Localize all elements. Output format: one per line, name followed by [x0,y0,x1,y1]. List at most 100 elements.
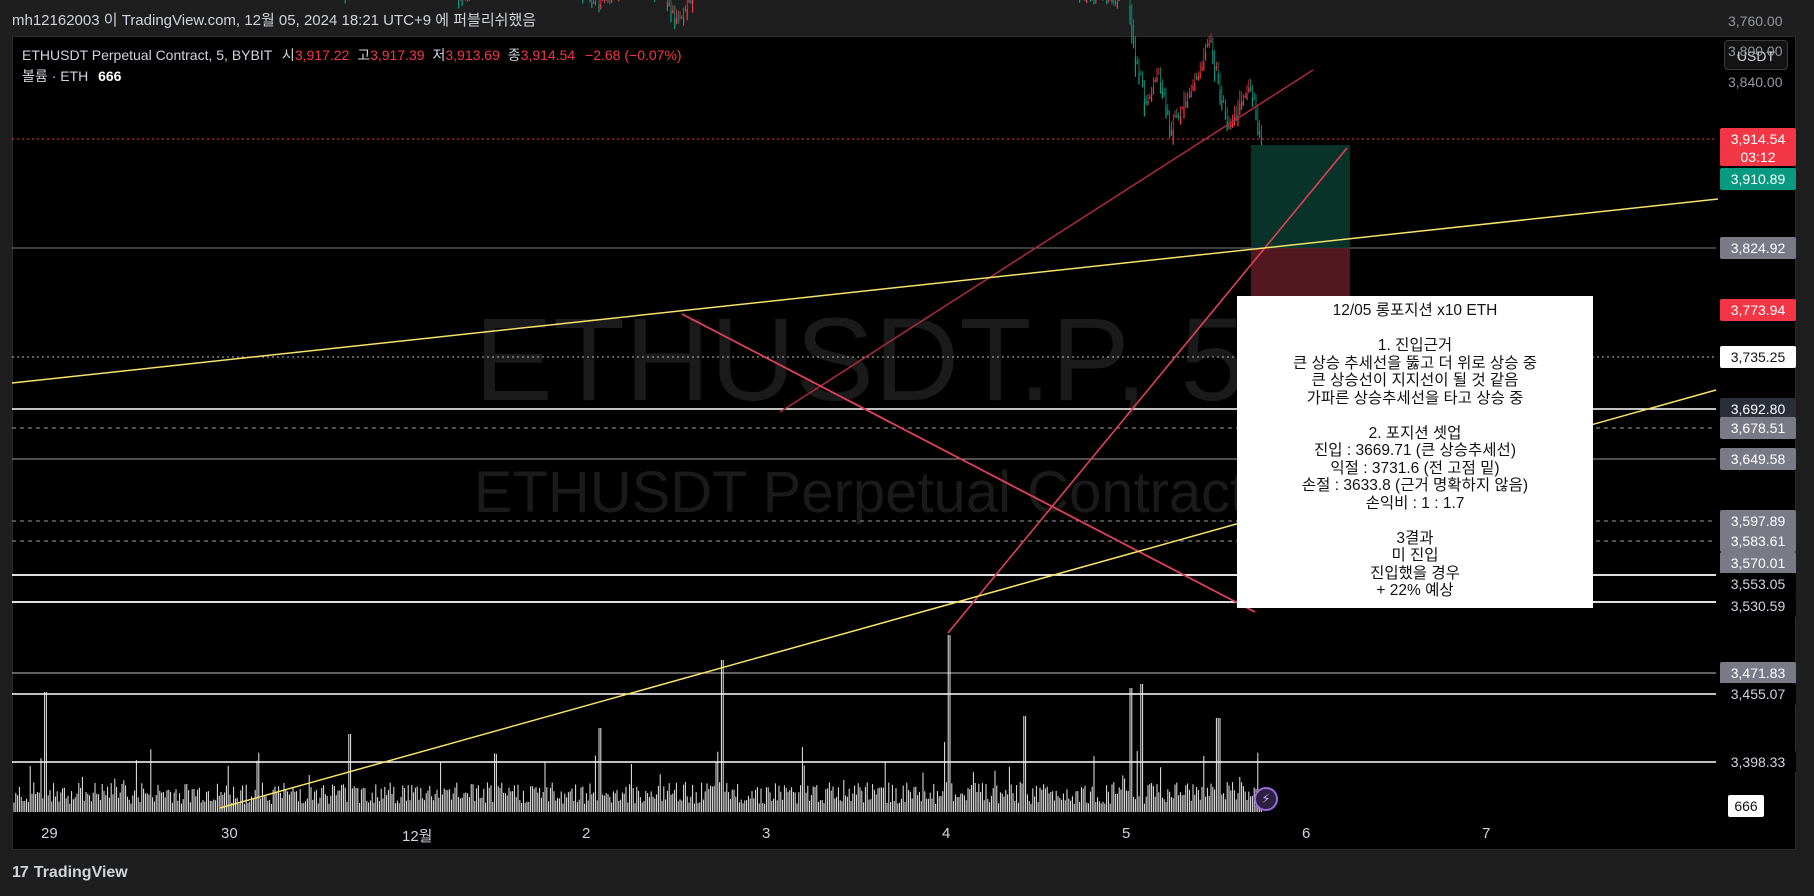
volume-bar [1170,797,1172,812]
volume-bar [830,790,832,812]
candle-body [666,2,668,12]
volume-bar [767,787,769,812]
volume-bar [900,798,902,812]
volume-bar [1221,794,1223,812]
candle-body [1185,101,1187,108]
candle-body [605,0,607,2]
time-tick: 6 [1302,825,1311,842]
volume-bar [393,786,395,812]
volume-bar [90,801,92,812]
candle-body [1118,0,1120,2]
volume-bar [56,791,58,812]
volume-bar [1034,796,1036,812]
volume-bar [353,786,355,812]
low-value: 3,913.69 [445,47,500,63]
volume-bar [1028,800,1030,812]
candle-body [1210,40,1212,43]
volume-bar [526,801,528,812]
volume-bar [490,785,492,812]
volume-bar [854,785,856,812]
volume-bar [728,792,730,812]
volume-bar [870,799,872,812]
volume-bar [117,797,119,812]
volume-bar [1080,787,1082,812]
volume-bar [1025,716,1027,812]
volume-bar [404,788,406,812]
volume-bar [78,783,80,812]
volume-bar [492,801,494,812]
volume-bar [128,799,130,812]
volume-bar [917,795,919,812]
volume-bar [121,783,123,812]
volume-bar [440,762,442,812]
price-label-plain: 3,553.05 [1720,573,1796,595]
volume-bar [71,791,73,812]
volume-bar [380,788,382,812]
volume-bar [753,798,755,812]
volume-bar [738,802,740,812]
volume-bar [234,798,236,812]
volume-bar [1248,791,1250,812]
volume-bar [1050,792,1052,812]
volume-bar [731,789,733,812]
volume-bar [1008,766,1010,812]
symbol-legend[interactable]: ETHUSDT Perpetual Contract, 5, BYBIT 시3,… [22,45,682,65]
volume-bar [292,787,294,812]
volume-bar [636,786,638,812]
volume-bar [279,792,281,812]
price-label-level: 3,570.01 [1720,552,1796,574]
time-tick: 29 [41,825,58,842]
volume-bar [612,791,614,812]
volume-bar [261,782,263,812]
volume-bar [611,802,613,812]
volume-bar [1203,755,1205,812]
close-value: 3,914.54 [520,47,576,63]
volume-bar [323,785,325,812]
volume-bar [1230,790,1232,812]
volume-bar [918,791,920,812]
volume-bar [1010,784,1012,812]
candle-body [1205,52,1207,61]
volume-bar [873,789,875,812]
long-position-tool[interactable] [1251,145,1350,310]
volume-bar [692,784,694,812]
volume-bar [765,787,767,812]
volume-bar [17,795,19,812]
volume-bar [1134,799,1136,812]
volume-bar [459,798,461,812]
volume-bar [67,795,69,812]
volume-bar [207,791,209,812]
volume-bar [981,783,983,812]
lightning-bolt-icon[interactable]: ⚡ [1254,787,1278,811]
volume-bar [1237,793,1239,812]
volume-bar [303,802,305,812]
volume-bar [422,798,424,812]
volume-bar [326,795,328,812]
tradingview-logo[interactable]: 17 TradingView [12,864,128,882]
volume-bar [567,792,569,812]
volume-bar [53,783,55,812]
candle-body [1212,50,1214,65]
volume-legend[interactable]: 볼륨 · ETH 666 [22,66,121,86]
analysis-note[interactable]: 12/05 롱포지션 x10 ETH 1. 진입근거 큰 상승 추세선을 뚫고 더 … [1237,296,1593,608]
volume-bar [499,787,501,812]
volume-bar [510,791,512,812]
volume-bar [382,798,384,812]
volume-bar [476,788,478,812]
volume-bar [798,792,800,812]
volume-bar [265,796,267,812]
volume-bar [780,791,782,812]
volume-bar [189,802,191,812]
volume-bar [177,800,179,812]
volume-bar [81,776,83,812]
candle-body [1158,73,1160,75]
volume-bar [584,803,586,812]
volume-bar [24,800,26,812]
volume-bar [1178,795,1180,812]
volume-bar [827,788,829,812]
volume-bar [1120,789,1122,812]
volume-bar [1005,789,1007,812]
symbol-name[interactable]: ETHUSDT Perpetual Contract, 5, BYBIT [22,47,272,63]
candle-body [1232,122,1234,128]
candle-body [1214,66,1216,82]
